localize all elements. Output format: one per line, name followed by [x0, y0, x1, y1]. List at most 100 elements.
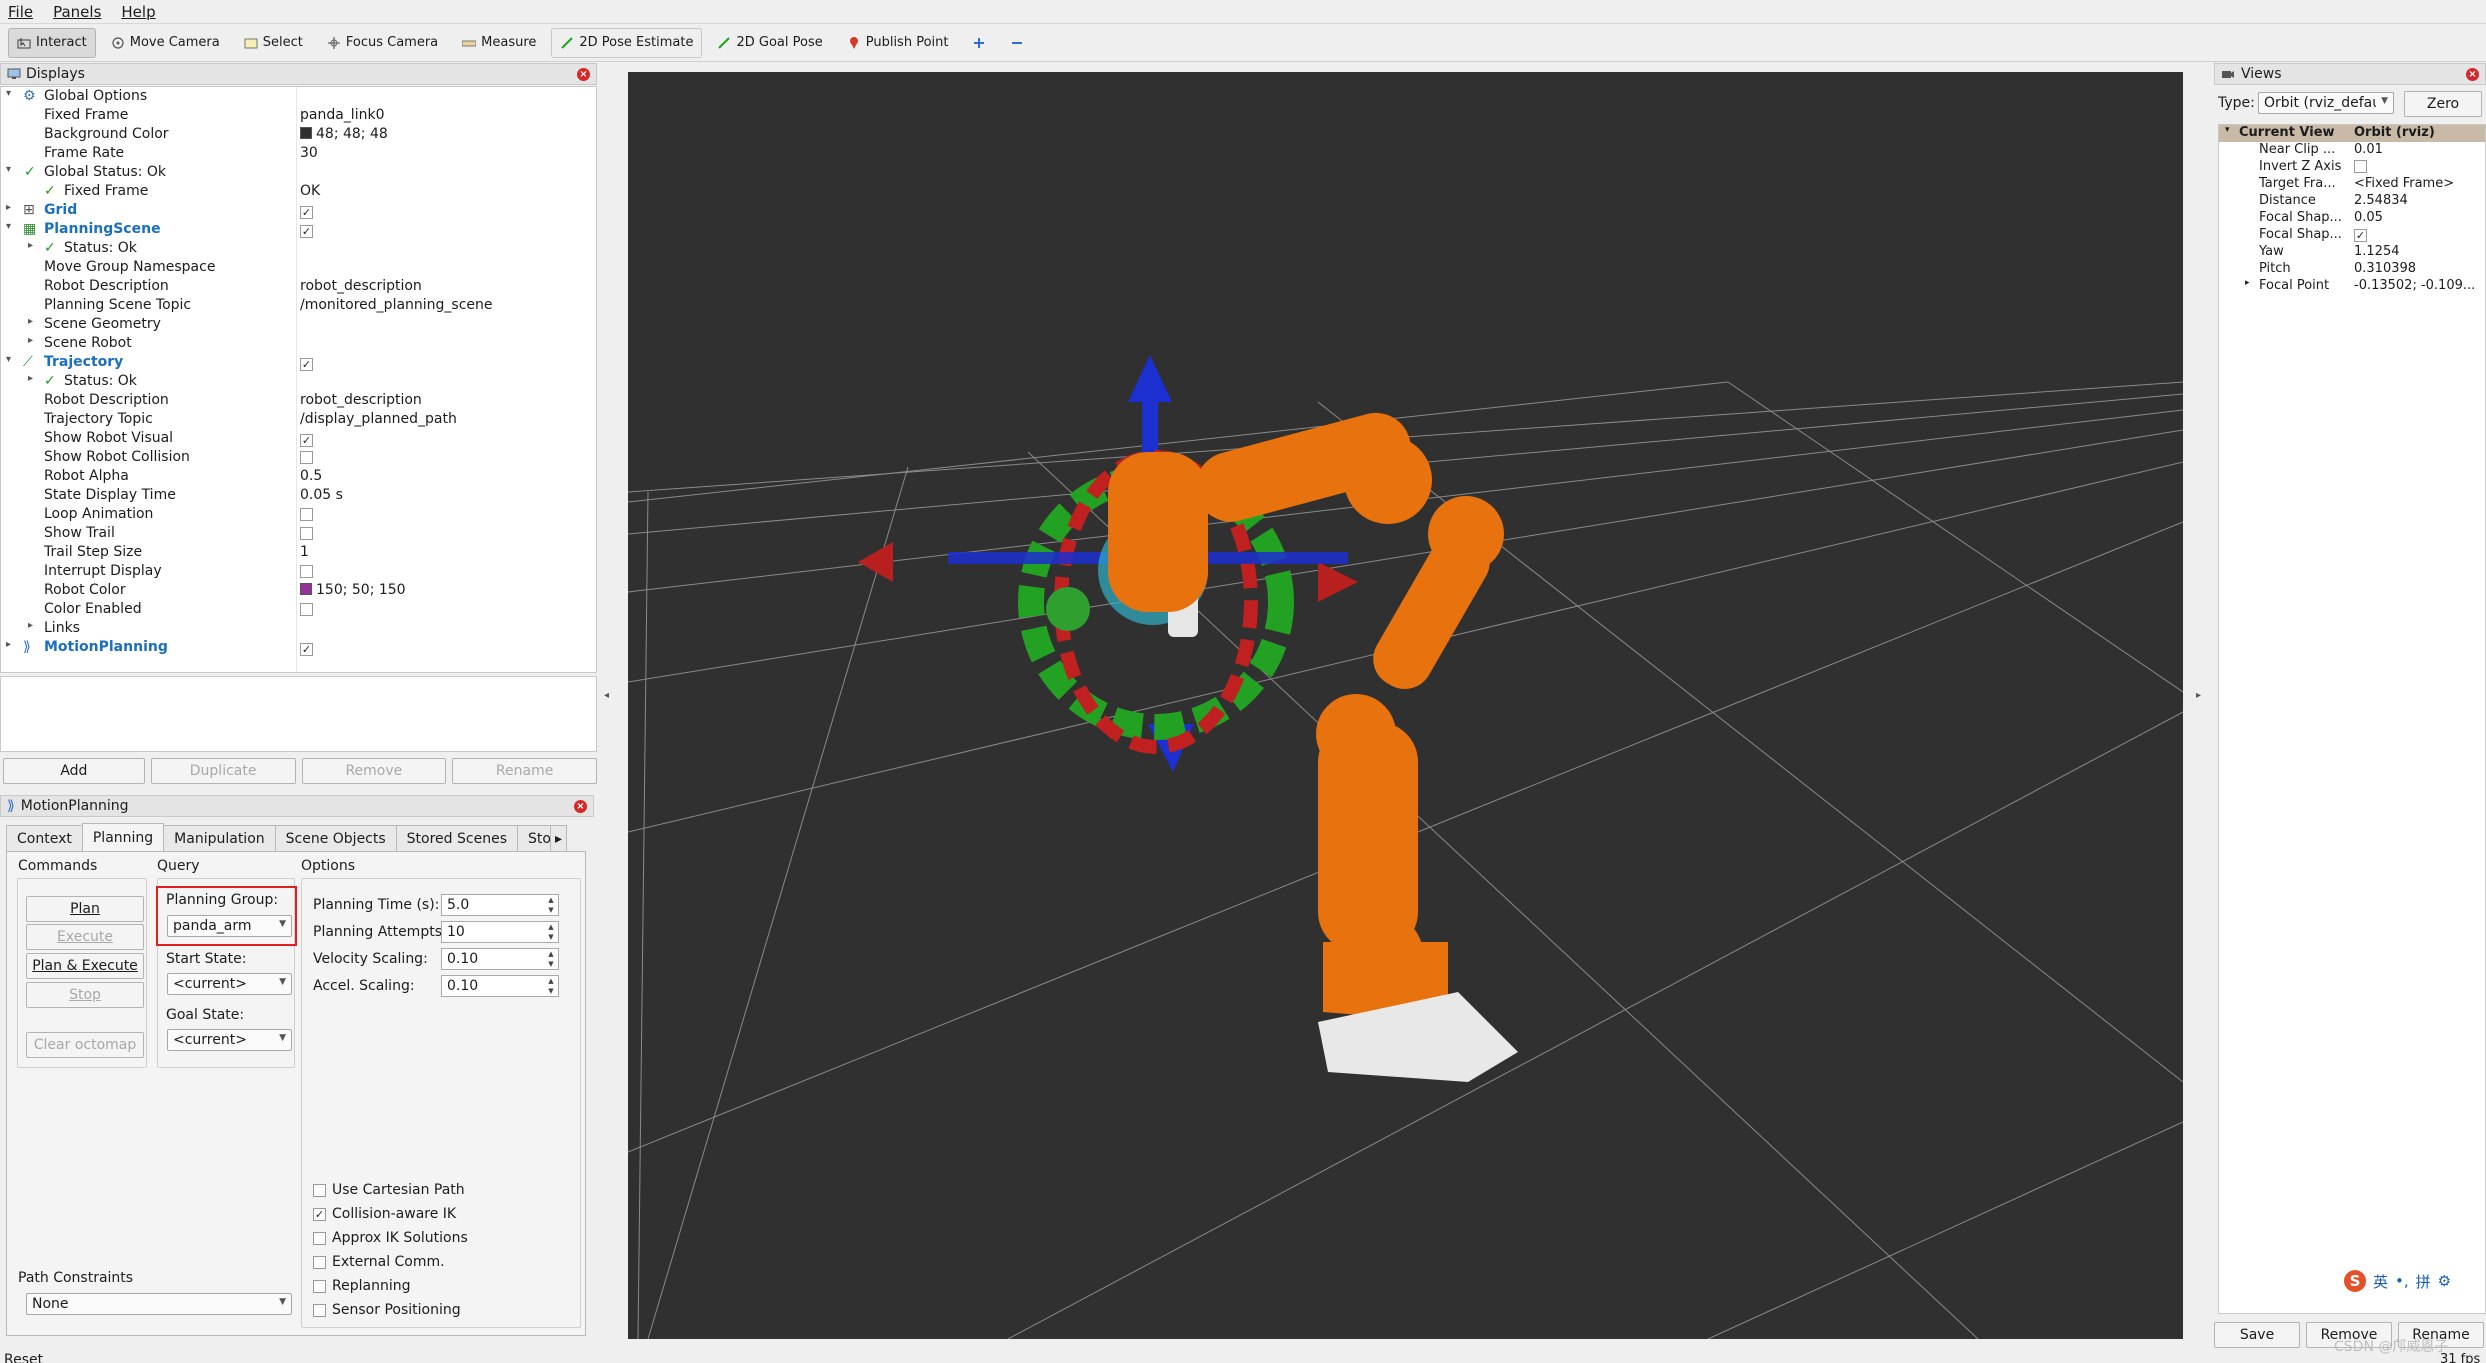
row-value[interactable]: 0.310398 [2354, 261, 2416, 276]
path-constraints-select[interactable]: None ▼ [26, 1293, 292, 1315]
approx-ik-option[interactable]: Approx IK Solutions [313, 1230, 468, 1246]
stop-button[interactable]: Stop [26, 982, 144, 1008]
measure-tool[interactable]: Measure [453, 28, 545, 58]
row-value[interactable]: 30 [300, 145, 318, 161]
focus-camera-tool[interactable]: Focus Camera [318, 28, 447, 58]
color-enabled-checkbox[interactable] [300, 603, 313, 616]
collapse-left-handle[interactable]: ◂ [604, 690, 609, 701]
show-robot-visual-checkbox[interactable]: ✓ [300, 434, 313, 447]
duplicate-display-button[interactable]: Duplicate [150, 758, 296, 784]
tab-context[interactable]: Context [6, 825, 83, 851]
ime-settings-icon[interactable]: ⚙ [2438, 1272, 2451, 1290]
sensor-positioning-option[interactable]: Sensor Positioning [313, 1302, 461, 1318]
view-row-invert-z[interactable]: Invert Z Axis [2219, 159, 2485, 176]
show-trail-checkbox[interactable] [300, 527, 313, 540]
expand-icon[interactable]: ▸ [28, 316, 33, 327]
row-value[interactable]: 48; 48; 48 [300, 126, 388, 142]
tab-manipulation[interactable]: Manipulation [163, 825, 276, 851]
tree-row-trajectory-status[interactable]: ▸ ✓ Status: Ok [1, 372, 596, 391]
clear-octomap-button[interactable]: Clear octomap [26, 1032, 144, 1058]
close-icon[interactable]: × [577, 67, 590, 81]
row-value[interactable]: 0.01 [2354, 142, 2383, 157]
row-value[interactable]: 0.05 [2354, 210, 2383, 225]
row-value[interactable]: robot_description [300, 392, 422, 408]
menu-panels[interactable]: Panels [53, 3, 101, 21]
expand-icon[interactable]: ▾ [2225, 125, 2230, 135]
use-cartesian-path-option[interactable]: Use Cartesian Path [313, 1182, 465, 1198]
planning-time-input[interactable]: 5.0 ▲ ▼ [441, 894, 559, 916]
replanning-option[interactable]: Replanning [313, 1278, 410, 1294]
row-value[interactable]: 1 [300, 544, 309, 560]
tree-row-robot-alpha[interactable]: Robot Alpha 0.5 [1, 467, 596, 486]
external-comm-checkbox[interactable] [313, 1255, 326, 1269]
ime-toolbar[interactable]: S 英 •, 拼 ⚙ [2344, 1270, 2451, 1292]
tree-row-fixed-frame-status[interactable]: ✓ Fixed Frame OK [1, 182, 596, 201]
tree-row-show-robot-collision[interactable]: Show Robot Collision [1, 448, 596, 467]
tree-row-robot-color[interactable]: Robot Color 150; 50; 150 [1, 581, 596, 600]
tree-row-show-trail[interactable]: Show Trail [1, 524, 596, 543]
tree-row-frame-rate[interactable]: Frame Rate 30 [1, 144, 596, 163]
row-value[interactable]: 2.54834 [2354, 193, 2408, 208]
show-robot-collision-checkbox[interactable] [300, 451, 313, 464]
plan-and-execute-button[interactable]: Plan & Execute [26, 953, 144, 979]
close-icon[interactable]: × [2466, 67, 2479, 81]
tree-row-grid[interactable]: ▸ ⊞ Grid ✓ [1, 201, 596, 220]
scene-canvas[interactable] [628, 72, 2183, 1339]
expand-icon[interactable]: ▸ [28, 373, 33, 384]
invert-z-checkbox[interactable] [2354, 160, 2367, 173]
row-value[interactable]: 150; 50; 150 [300, 582, 406, 598]
plan-button[interactable]: Plan [26, 896, 144, 922]
save-view-button[interactable]: Save [2214, 1322, 2300, 1348]
grid-enabled-checkbox[interactable]: ✓ [300, 206, 313, 219]
spin-arrows-icon[interactable]: ▲ ▼ [545, 895, 557, 915]
view-row-focal-shape-fixed[interactable]: Focal Shap... ✓ [2219, 227, 2485, 244]
tree-row-motion-planning[interactable]: ▸ ⟫ MotionPlanning ✓ [1, 638, 596, 657]
tree-row-planning-scene-topic[interactable]: Planning Scene Topic /monitored_planning… [1, 296, 596, 315]
motion-planning-checkbox[interactable]: ✓ [300, 643, 313, 656]
tab-scroll-right-icon[interactable]: ▸ [550, 825, 568, 851]
row-value[interactable]: /display_planned_path [300, 411, 457, 427]
tree-row-global-status[interactable]: ▾ ✓ Global Status: Ok [1, 163, 596, 182]
view-row-focal-shape-size[interactable]: Focal Shap... 0.05 [2219, 210, 2485, 227]
add-tool-button[interactable] [963, 28, 995, 58]
interrupt-display-checkbox[interactable] [300, 565, 313, 578]
tree-row-state-display-time[interactable]: State Display Time 0.05 s [1, 486, 596, 505]
goal-pose-tool[interactable]: 2D Goal Pose [708, 28, 831, 58]
view-type-select[interactable]: Orbit (rviz_defau ▼ [2258, 92, 2394, 114]
view-row-focal-point[interactable]: ▸ Focal Point -0.13502; -0.109... [2219, 278, 2485, 295]
tab-stored-states[interactable]: Sto [517, 825, 551, 851]
start-state-select[interactable]: <current> ▼ [167, 973, 292, 995]
render-viewport[interactable] [628, 72, 2183, 1339]
row-value[interactable]: panda_link0 [300, 107, 384, 123]
expand-icon[interactable]: ▾ [6, 88, 11, 99]
spin-arrows-icon[interactable]: ▲ ▼ [545, 976, 557, 996]
zero-button[interactable]: Zero [2404, 91, 2482, 117]
tree-row-global-options[interactable]: ▾ ⚙ Global Options [1, 87, 596, 106]
row-value[interactable]: /monitored_planning_scene [300, 297, 493, 313]
interact-tool[interactable]: Interact [8, 27, 96, 58]
focal-shape-fixed-checkbox[interactable]: ✓ [2354, 229, 2367, 242]
tree-row-scene-robot[interactable]: ▸ Scene Robot [1, 334, 596, 353]
expand-icon[interactable]: ▾ [6, 221, 11, 232]
planning-group-select[interactable]: panda_arm ▼ [167, 915, 292, 937]
expand-icon[interactable]: ▸ [6, 639, 11, 650]
tree-row-fixed-frame[interactable]: Fixed Frame panda_link0 [1, 106, 596, 125]
rename-display-button[interactable]: Rename [452, 758, 597, 784]
velocity-scaling-input[interactable]: 0.10 ▲ ▼ [441, 948, 559, 970]
tree-row-move-group-namespace[interactable]: Move Group Namespace [1, 258, 596, 277]
tree-row-scene-geometry[interactable]: ▸ Scene Geometry [1, 315, 596, 334]
row-value[interactable]: <Fixed Frame> [2354, 176, 2454, 191]
tree-row-robot-description[interactable]: Robot Description robot_description [1, 277, 596, 296]
expand-icon[interactable]: ▸ [6, 202, 11, 213]
row-value[interactable]: robot_description [300, 278, 422, 294]
tree-row-trajectory-topic[interactable]: Trajectory Topic /display_planned_path [1, 410, 596, 429]
row-value[interactable]: 0.5 [300, 468, 322, 484]
pose-estimate-tool[interactable]: 2D Pose Estimate [551, 27, 703, 58]
expand-icon[interactable]: ▾ [6, 354, 11, 365]
tree-row-status-ok[interactable]: ▸ ✓ Status: Ok [1, 239, 596, 258]
expand-icon[interactable]: ▸ [28, 620, 33, 631]
tree-row-loop-animation[interactable]: Loop Animation [1, 505, 596, 524]
loop-animation-checkbox[interactable] [300, 508, 313, 521]
planning-scene-checkbox[interactable]: ✓ [300, 225, 313, 238]
publish-point-tool[interactable]: Publish Point [838, 28, 958, 58]
